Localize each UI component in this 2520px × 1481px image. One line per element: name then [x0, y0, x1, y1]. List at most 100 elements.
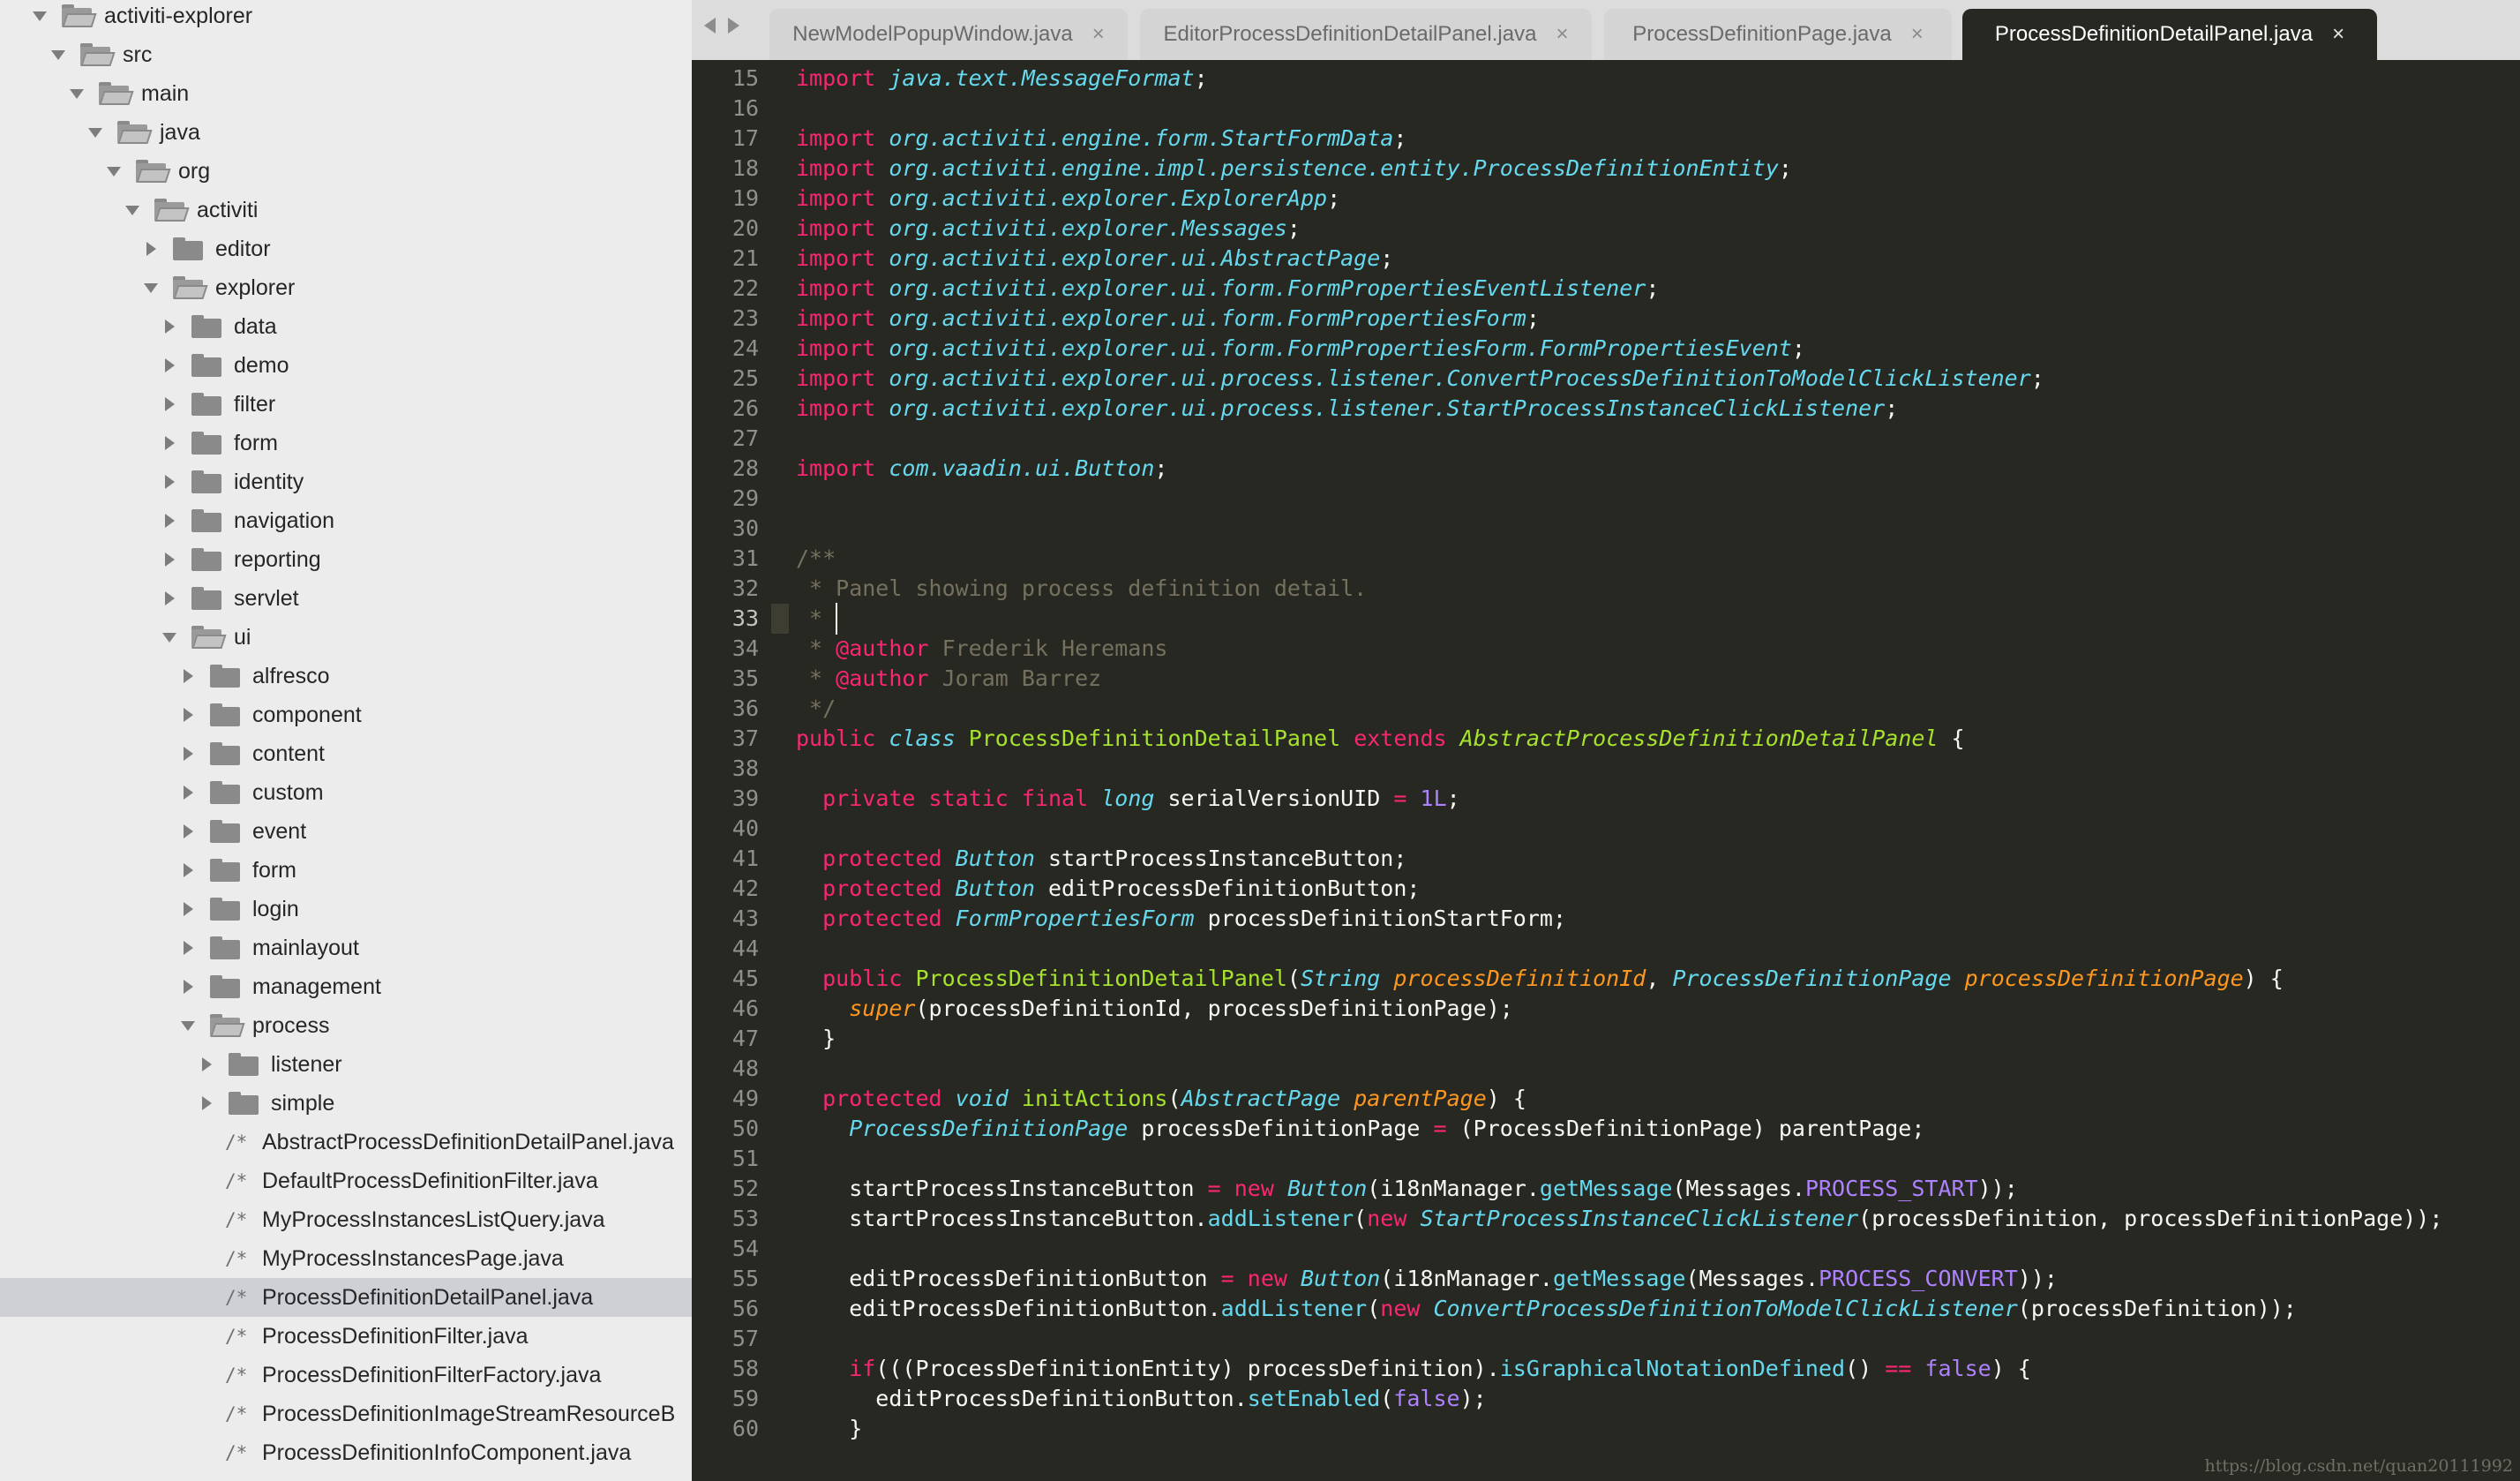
tree-file-item[interactable]: /* AbstractProcessDefinitionDetailPanel.j…	[0, 1123, 692, 1161]
disclosure-closed-icon[interactable]	[160, 356, 179, 375]
code-line[interactable]: import org.activiti.engine.impl.persiste…	[796, 154, 1792, 184]
disclosure-closed-icon[interactable]	[178, 705, 198, 725]
code-line[interactable]: ProcessDefinitionPage processDefinitionP…	[796, 1114, 1924, 1144]
code-line[interactable]: protected Button startProcessInstanceBut…	[796, 844, 1406, 874]
tree-folder-activiti-explorer[interactable]: activiti-explorer	[0, 0, 692, 35]
code-line[interactable]: if(((ProcessDefinitionEntity) processDef…	[796, 1354, 2031, 1384]
tree-folder-servlet[interactable]: servlet	[0, 579, 692, 618]
disclosure-closed-icon[interactable]	[178, 783, 198, 802]
disclosure-closed-icon[interactable]	[160, 395, 179, 414]
disclosure-closed-icon[interactable]	[160, 550, 179, 569]
chevron-left-icon[interactable]	[704, 18, 716, 34]
disclosure-closed-icon[interactable]	[160, 511, 179, 530]
code-line[interactable]: import com.vaadin.ui.Button;	[796, 454, 1167, 484]
file-tree-sidebar[interactable]: activiti-explorer src main java org activiti e…	[0, 0, 692, 1481]
code-line[interactable]: startProcessInstanceButton.addListener(n…	[796, 1204, 2442, 1234]
code-line[interactable]: editProcessDefinitionButton = new Button…	[796, 1264, 2058, 1294]
code-line[interactable]: editProcessDefinitionButton.addListener(…	[796, 1294, 2297, 1324]
disclosure-open-icon[interactable]	[86, 123, 105, 142]
tree-folder-src[interactable]: src	[0, 35, 692, 74]
tree-folder-process[interactable]: process	[0, 1006, 692, 1045]
code-line[interactable]: import org.activiti.engine.form.StartFor…	[796, 124, 1406, 154]
close-icon[interactable]: ×	[1911, 22, 1924, 47]
code-line[interactable]: }	[796, 1414, 862, 1444]
tree-folder-data[interactable]: data	[0, 307, 692, 346]
tree-folder-reporting[interactable]: reporting	[0, 540, 692, 579]
tree-folder-filter[interactable]: filter	[0, 385, 692, 424]
disclosure-open-icon[interactable]	[123, 200, 142, 220]
tree-folder-main[interactable]: main	[0, 74, 692, 113]
code-line[interactable]: super(processDefinitionId, processDefini…	[796, 994, 1513, 1024]
tree-folder-management[interactable]: management	[0, 967, 692, 1006]
tree-folder-editor[interactable]: editor	[0, 229, 692, 268]
disclosure-closed-icon[interactable]	[160, 317, 179, 336]
code-line[interactable]: import org.activiti.explorer.ui.form.For…	[796, 304, 1540, 334]
code-line[interactable]: private static final long serialVersionU…	[796, 784, 1460, 814]
disclosure-closed-icon[interactable]	[141, 239, 161, 259]
disclosure-open-icon[interactable]	[160, 628, 179, 647]
tree-file-item[interactable]: /* ProcessDefinitionInfoComponent.java	[0, 1433, 692, 1472]
tree-folder-content[interactable]: content	[0, 734, 692, 773]
disclosure-open-icon[interactable]	[67, 84, 86, 103]
tree-folder-alfresco[interactable]: alfresco	[0, 657, 692, 695]
tree-folder-org[interactable]: org	[0, 152, 692, 191]
code-line[interactable]: public class ProcessDefinitionDetailPane…	[796, 724, 1965, 754]
code-line[interactable]: *	[796, 604, 836, 634]
code-line[interactable]: editProcessDefinitionButton.setEnabled(f…	[796, 1384, 1486, 1414]
code-line[interactable]: * @author Joram Barrez	[796, 664, 1101, 694]
disclosure-open-icon[interactable]	[49, 45, 68, 64]
tree-folder-form[interactable]: form	[0, 851, 692, 890]
code-line[interactable]: import org.activiti.explorer.ui.form.For…	[796, 334, 1805, 364]
code-line[interactable]: * @author Frederik Heremans	[796, 634, 1167, 664]
tree-folder-component[interactable]: component	[0, 695, 692, 734]
tree-folder-mainlayout[interactable]: mainlayout	[0, 928, 692, 967]
tab-new-model-popup-window[interactable]: NewModelPopupWindow.java ×	[769, 9, 1128, 60]
tree-folder-simple[interactable]: simple	[0, 1084, 692, 1123]
disclosure-closed-icon[interactable]	[178, 822, 198, 841]
code-line[interactable]: import org.activiti.explorer.ui.process.…	[796, 364, 2044, 394]
code-line[interactable]: */	[796, 694, 836, 724]
disclosure-open-icon[interactable]	[30, 6, 49, 26]
tree-folder-custom[interactable]: custom	[0, 773, 692, 812]
code-line[interactable]: import org.activiti.explorer.ExplorerApp…	[796, 184, 1340, 214]
tree-folder-explorer[interactable]: explorer	[0, 268, 692, 307]
code-line[interactable]: import org.activiti.explorer.Messages;	[796, 214, 1301, 244]
disclosure-closed-icon[interactable]	[160, 589, 179, 608]
tab-process-definition-page[interactable]: ProcessDefinitionPage.java ×	[1604, 9, 1952, 60]
tree-file-item[interactable]: /* MyProcessInstancesPage.java	[0, 1239, 692, 1278]
disclosure-open-icon[interactable]	[104, 162, 124, 181]
tree-folder-form[interactable]: form	[0, 424, 692, 462]
tree-file-item[interactable]: /* ProcessDefinitionFilter.java	[0, 1317, 692, 1356]
disclosure-closed-icon[interactable]	[197, 1055, 216, 1074]
disclosure-closed-icon[interactable]	[160, 472, 179, 492]
disclosure-closed-icon[interactable]	[178, 899, 198, 919]
close-icon[interactable]: ×	[2332, 22, 2344, 47]
tree-folder-login[interactable]: login	[0, 890, 692, 928]
close-icon[interactable]: ×	[1092, 22, 1105, 47]
tree-folder-ui[interactable]: ui	[0, 618, 692, 657]
code-line[interactable]: startProcessInstanceButton = new Button(…	[796, 1174, 2018, 1204]
code-line[interactable]: * Panel showing process definition detai…	[796, 574, 1367, 604]
tree-folder-event[interactable]: event	[0, 812, 692, 851]
disclosure-closed-icon[interactable]	[178, 977, 198, 996]
tree-file-item[interactable]: /* DefaultProcessDefinitionFilter.java	[0, 1161, 692, 1200]
code-line[interactable]: /**	[796, 544, 836, 574]
code-line[interactable]: import java.text.MessageFormat;	[796, 64, 1208, 94]
tree-folder-demo[interactable]: demo	[0, 346, 692, 385]
tree-folder-navigation[interactable]: navigation	[0, 501, 692, 540]
tree-file-item[interactable]: /* ProcessDefinitionDetailPanel.java	[0, 1278, 692, 1317]
tree-file-item[interactable]: /* ProcessDefinitionFilterFactory.java	[0, 1356, 692, 1395]
tree-folder-identity[interactable]: identity	[0, 462, 692, 501]
disclosure-closed-icon[interactable]	[197, 1094, 216, 1113]
tab-editor-process-definition-detail-panel[interactable]: EditorProcessDefinitionDetailPanel.java …	[1140, 9, 1592, 60]
tree-folder-java[interactable]: java	[0, 113, 692, 152]
disclosure-closed-icon[interactable]	[178, 666, 198, 686]
tree-folder-listener[interactable]: listener	[0, 1045, 692, 1084]
code-line[interactable]: protected Button editProcessDefinitionBu…	[796, 874, 1420, 904]
tree-folder-activiti[interactable]: activiti	[0, 191, 692, 229]
disclosure-open-icon[interactable]	[178, 1016, 198, 1035]
tree-file-item[interactable]: /* MyProcessInstancesListQuery.java	[0, 1200, 692, 1239]
tree-file-item[interactable]: /* ProcessDefinitionImageStreamResourceB	[0, 1395, 692, 1433]
disclosure-closed-icon[interactable]	[178, 938, 198, 958]
tab-process-definition-detail-panel[interactable]: ProcessDefinitionDetailPanel.java ×	[1962, 9, 2377, 60]
